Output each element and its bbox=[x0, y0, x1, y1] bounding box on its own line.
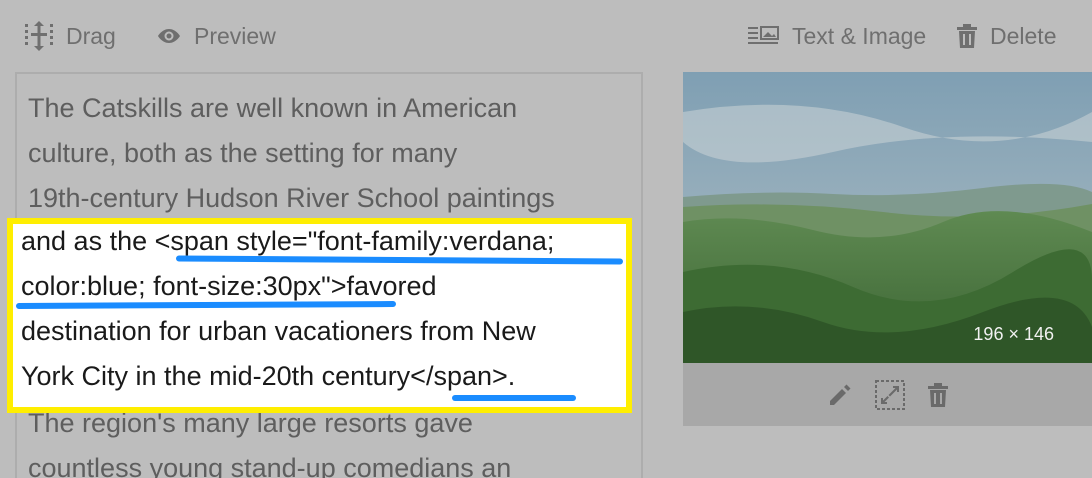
delete-button[interactable]: Delete bbox=[956, 18, 1056, 54]
text-image-label: Text & Image bbox=[792, 22, 927, 49]
editor-line: The Catskills are well known in American bbox=[28, 93, 518, 123]
drag-icon bbox=[25, 21, 53, 51]
editor-line: 19th-century Hudson River School paintin… bbox=[28, 183, 555, 213]
pencil-icon bbox=[829, 384, 850, 405]
edit-image-button[interactable] bbox=[827, 382, 853, 408]
resize-icon bbox=[874, 379, 905, 410]
image-actions bbox=[683, 363, 1092, 426]
trash-icon bbox=[957, 24, 977, 48]
editor-line: culture, both as the setting for many bbox=[28, 138, 458, 168]
underline-span-close bbox=[452, 395, 576, 401]
resize-image-button[interactable] bbox=[874, 379, 905, 410]
highlighted-line: York City in the mid-20th century</span>… bbox=[21, 361, 516, 391]
preview-label: Preview bbox=[194, 22, 276, 49]
landscape-image[interactable]: 196 × 146 bbox=[683, 72, 1092, 363]
delete-label: Delete bbox=[990, 22, 1057, 49]
image-dimensions: 196 × 146 bbox=[973, 324, 1054, 344]
drag-label: Drag bbox=[66, 22, 116, 49]
delete-image-button[interactable] bbox=[927, 382, 949, 408]
eye-icon bbox=[158, 29, 180, 43]
highlighted-text: and as the <span style="font-family:verd… bbox=[21, 219, 629, 399]
image-block[interactable]: 196 × 146 bbox=[683, 72, 1092, 426]
highlighted-line: destination for urban vacationers from N… bbox=[21, 316, 536, 346]
text-image-icon bbox=[748, 26, 779, 44]
drag-button[interactable]: Drag bbox=[24, 18, 116, 54]
trash-icon bbox=[927, 382, 948, 407]
preview-button[interactable]: Preview bbox=[156, 18, 276, 54]
text-image-button[interactable]: Text & Image bbox=[748, 18, 926, 54]
editor-line: countless young stand-up comedians an bbox=[28, 453, 512, 478]
